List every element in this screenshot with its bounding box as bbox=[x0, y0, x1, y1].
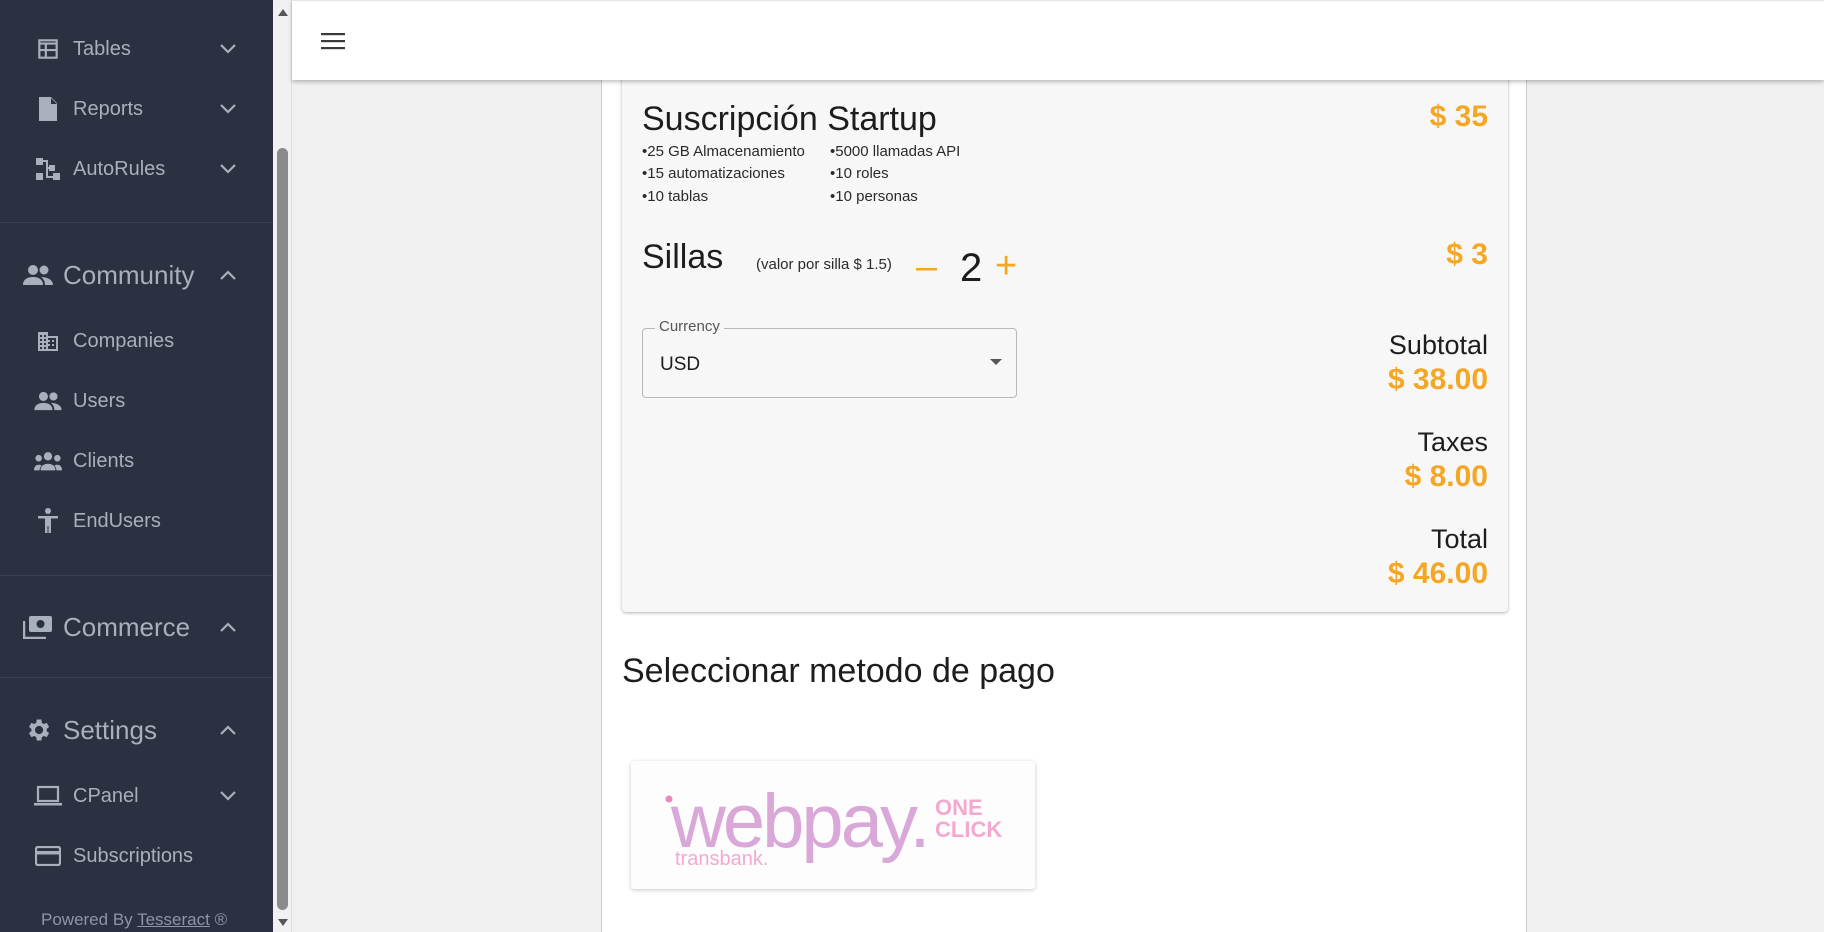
registered-mark: ® bbox=[214, 910, 228, 929]
plan-feature: •25 GB Almacenamiento bbox=[642, 143, 805, 160]
groups-icon bbox=[34, 447, 62, 475]
sidebar-item-label: Users bbox=[73, 389, 126, 412]
top-app-bar bbox=[292, 0, 1824, 80]
sidebar-divider bbox=[0, 677, 273, 678]
seats-title: Sillas bbox=[642, 238, 724, 276]
plan-feature: •15 automatizaciones bbox=[642, 165, 785, 182]
report-icon bbox=[34, 95, 62, 123]
powered-prefix: Powered By bbox=[41, 910, 133, 929]
taxes-value: $ 8.00 bbox=[1404, 460, 1488, 493]
webpay-click: CLICK bbox=[935, 817, 1002, 842]
sidebar-item-tables[interactable]: Tables bbox=[0, 21, 273, 77]
sidebar-item-label: Clients bbox=[73, 449, 135, 472]
plan-feature: •10 tablas bbox=[642, 188, 709, 205]
sidebar-item-companies[interactable]: Companies bbox=[0, 313, 273, 369]
transbank-word: transbank. bbox=[675, 848, 768, 870]
payment-method-title: Seleccionar metodo de pago bbox=[622, 652, 1055, 690]
credit-card-icon bbox=[34, 842, 62, 870]
seats-count: 2 bbox=[960, 246, 983, 290]
sidebar-item-label: Reports bbox=[73, 97, 144, 120]
chevron-down-icon bbox=[216, 784, 240, 808]
chevron-up-icon bbox=[216, 718, 240, 742]
caret-down-icon bbox=[990, 359, 1002, 365]
building-icon bbox=[34, 327, 62, 355]
sidebar-section-label: Commerce bbox=[63, 611, 191, 642]
scroll-down-arrow-icon[interactable] bbox=[277, 916, 288, 928]
total-value: $ 46.00 bbox=[1387, 557, 1488, 590]
chevron-down-icon bbox=[216, 37, 240, 61]
sidebar-item-label: EndUsers bbox=[73, 509, 161, 532]
chevron-down-icon bbox=[216, 157, 240, 181]
order-summary-card: Suscripción Startup $ 35 •25 GB Almacena… bbox=[622, 60, 1508, 612]
webpay-logo: webpay. ONE CLICK transbank. bbox=[665, 779, 1002, 870]
sidebar-scrollbar[interactable] bbox=[273, 0, 292, 932]
currency-label: Currency bbox=[655, 318, 724, 335]
plan-price: $ 35 bbox=[1429, 100, 1488, 133]
sidebar-section-settings[interactable]: Settings bbox=[0, 700, 273, 760]
total-label: Total bbox=[1430, 524, 1488, 554]
sidebar-section-label: Community bbox=[63, 259, 195, 290]
sidebar-section-label: Settings bbox=[63, 714, 157, 745]
gear-icon bbox=[22, 714, 54, 746]
subtotal-value: $ 38.00 bbox=[1387, 363, 1488, 396]
sidebar-item-label: Subscriptions bbox=[73, 844, 194, 867]
currency-select[interactable]: Currency USD bbox=[642, 318, 1017, 398]
tesseract-link[interactable]: Tesseract bbox=[137, 910, 210, 929]
seats-decrement-button[interactable]: – bbox=[916, 248, 937, 286]
money-icon bbox=[22, 611, 54, 643]
sidebar-item-endusers[interactable]: EndUsers bbox=[0, 493, 273, 549]
sidebar-item-label: Companies bbox=[73, 329, 175, 352]
sidebar-divider bbox=[0, 575, 273, 576]
scrollbar-thumb[interactable] bbox=[277, 148, 288, 910]
plan-feature: •10 personas bbox=[830, 188, 918, 205]
sidebar-item-users[interactable]: Users bbox=[0, 373, 273, 429]
accessibility-icon bbox=[34, 507, 62, 535]
sidebar-divider bbox=[0, 222, 273, 223]
chevron-up-icon bbox=[216, 263, 240, 287]
plan-feature: •5000 llamadas API bbox=[830, 143, 961, 160]
sidebar-item-label: AutoRules bbox=[73, 157, 166, 180]
people-icon bbox=[22, 259, 54, 291]
seats-price: $ 3 bbox=[1446, 238, 1488, 271]
scroll-up-arrow-icon[interactable] bbox=[277, 6, 288, 18]
flow-icon bbox=[34, 155, 62, 183]
seats-increment-button[interactable]: + bbox=[995, 247, 1017, 285]
taxes-label: Taxes bbox=[1417, 427, 1488, 457]
table-icon bbox=[34, 35, 62, 63]
chevron-down-icon bbox=[216, 97, 240, 121]
sidebar-item-autorules[interactable]: AutoRules bbox=[0, 141, 273, 197]
hamburger-menu-icon[interactable] bbox=[318, 27, 348, 55]
checkout-panel: Suscripción Startup $ 35 •25 GB Almacena… bbox=[601, 0, 1527, 932]
sidebar-section-commerce[interactable]: Commerce bbox=[0, 597, 273, 657]
laptop-icon bbox=[34, 782, 62, 810]
plan-feature: •10 roles bbox=[830, 165, 889, 182]
webpay-oneclick-option[interactable]: webpay. ONE CLICK transbank. bbox=[631, 761, 1035, 889]
sidebar: Tables Reports AutoRules Community Compa… bbox=[0, 0, 273, 932]
plan-title: Suscripción Startup bbox=[642, 100, 937, 138]
subtotal-label: Subtotal bbox=[1388, 330, 1488, 360]
sidebar-item-label: Tables bbox=[73, 37, 131, 60]
seats-unit-price-note: (valor por silla $ 1.5) bbox=[756, 256, 892, 273]
currency-value: USD bbox=[660, 354, 701, 375]
sidebar-item-label: CPanel bbox=[73, 784, 139, 807]
people-icon bbox=[34, 387, 62, 415]
chevron-up-icon bbox=[216, 615, 240, 639]
sidebar-section-community[interactable]: Community bbox=[0, 245, 273, 305]
sidebar-item-clients[interactable]: Clients bbox=[0, 433, 273, 489]
powered-by: Powered By Tesseract ® bbox=[41, 910, 227, 930]
sidebar-item-reports[interactable]: Reports bbox=[0, 81, 273, 137]
sidebar-item-subscriptions[interactable]: Subscriptions bbox=[0, 828, 273, 884]
sidebar-item-cpanel[interactable]: CPanel bbox=[0, 768, 273, 824]
